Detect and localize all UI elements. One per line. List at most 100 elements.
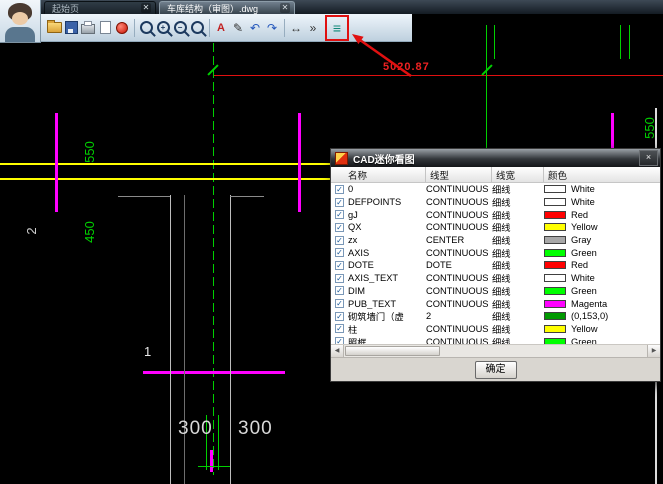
layer-linetype: CONTINUOUS xyxy=(426,337,492,344)
cad-axis-tick-green xyxy=(620,25,621,59)
layer-linetype: CONTINUOUS xyxy=(426,184,492,194)
layer-name: AXIS xyxy=(348,248,426,258)
avatar-body xyxy=(5,27,35,42)
horizontal-scrollbar[interactable]: ◀ ▶ xyxy=(331,344,660,357)
table-row[interactable]: ✓ 0 CONTINUOUS 细线 White xyxy=(331,183,660,196)
page-setup-icon[interactable] xyxy=(97,17,113,39)
column-header-name[interactable]: 名称 xyxy=(331,167,426,182)
tab-label: 起始页 xyxy=(52,2,136,15)
layer-checkbox[interactable]: ✓ xyxy=(335,299,344,308)
layer-name: DIM xyxy=(348,286,426,296)
layer-linetype: CONTINUOUS xyxy=(426,299,492,309)
print-icon[interactable] xyxy=(80,17,96,39)
zoom-out-icon[interactable]: − xyxy=(172,17,188,39)
layer-checkbox[interactable]: ✓ xyxy=(335,312,344,321)
tab-close-icon[interactable]: ✕ xyxy=(141,3,151,13)
color-label: Red xyxy=(571,260,588,270)
table-row[interactable]: ✓ AXIS_TEXT CONTINUOUS 细线 White xyxy=(331,272,660,285)
dialog-titlebar[interactable]: CAD迷你看图 × xyxy=(331,149,660,167)
close-icon[interactable]: × xyxy=(639,150,658,166)
scrollbar-thumb[interactable] xyxy=(345,346,440,356)
zoom-window-icon[interactable] xyxy=(138,17,154,39)
color-swatch xyxy=(544,223,566,231)
color-label: Green xyxy=(571,248,597,258)
scroll-left-icon[interactable]: ◀ xyxy=(331,345,344,357)
table-row[interactable]: ✓ 照框 CONTINUOUS 细线 Green xyxy=(331,335,660,344)
layer-name: 照框 xyxy=(348,335,426,344)
table-row[interactable]: ✓ PUB_TEXT CONTINUOUS 细线 Magenta xyxy=(331,297,660,310)
layer-checkbox[interactable]: ✓ xyxy=(335,223,344,232)
layer-linetype: DOTE xyxy=(426,260,492,270)
chevrons-glyph: » xyxy=(310,21,317,35)
text-a-glyph: A xyxy=(217,22,225,34)
measure-icon[interactable]: ↔ xyxy=(288,17,304,39)
layer-name: AXIS_TEXT xyxy=(348,273,426,283)
layer-table-body: ✓ 0 CONTINUOUS 细线 White ✓ DEFPOINTS CONT… xyxy=(331,183,660,344)
table-row[interactable]: ✓ DOTE DOTE 细线 Red xyxy=(331,259,660,272)
color-label: Magenta xyxy=(571,299,607,309)
more-tools-icon[interactable]: » xyxy=(305,17,321,39)
layer-color-cell: Red xyxy=(544,210,660,220)
table-row[interactable]: ✓ gJ CONTINUOUS 细线 Red xyxy=(331,208,660,221)
undo-icon[interactable]: ↶ xyxy=(247,17,263,39)
save-icon[interactable] xyxy=(63,17,79,39)
column-header-color[interactable]: 颜色 xyxy=(544,167,660,182)
table-row[interactable]: ✓ 柱 CONTINUOUS 细线 Yellow xyxy=(331,323,660,336)
tab-bar: 起始页 ✕ 车库结构（审图）.dwg ✕ xyxy=(40,0,663,14)
floppy-glyph xyxy=(65,21,78,34)
ok-button[interactable]: 确定 xyxy=(475,361,517,379)
cad-axis-line-green xyxy=(486,25,487,148)
layer-checkbox[interactable]: ✓ xyxy=(335,337,344,344)
scroll-right-icon[interactable]: ▶ xyxy=(647,345,660,357)
column-header-lineweight[interactable]: 线宽 xyxy=(492,167,544,182)
column-header-linetype[interactable]: 线型 xyxy=(426,167,492,182)
layer-name: gJ xyxy=(348,210,426,220)
layer-checkbox[interactable]: ✓ xyxy=(335,274,344,283)
table-header-row: 名称 线型 线宽 颜色 xyxy=(331,167,660,183)
zoom-in-icon[interactable]: + xyxy=(155,17,171,39)
layer-checkbox[interactable]: ✓ xyxy=(335,198,344,207)
color-label: Gray xyxy=(571,235,591,245)
toolbar-separator xyxy=(284,19,285,37)
table-row[interactable]: ✓ zx CENTER 细线 Gray xyxy=(331,234,660,247)
dialog-footer: 确定 xyxy=(331,357,660,381)
cad-wall-line-gray xyxy=(184,195,185,484)
layer-checkbox[interactable]: ✓ xyxy=(335,210,344,219)
layer-manager-dialog: CAD迷你看图 × 名称 线型 线宽 颜色 ✓ 0 CONTINUOUS 细线 … xyxy=(330,148,661,382)
stamp-icon[interactable] xyxy=(114,17,130,39)
dialog-title: CAD迷你看图 xyxy=(353,151,634,166)
layer-checkbox[interactable]: ✓ xyxy=(335,185,344,194)
table-row[interactable]: ✓ QX CONTINUOUS 细线 Yellow xyxy=(331,221,660,234)
layer-checkbox[interactable]: ✓ xyxy=(335,286,344,295)
table-row[interactable]: ✓ AXIS CONTINUOUS 细线 Green xyxy=(331,246,660,259)
text-icon[interactable]: A xyxy=(213,17,229,39)
color-swatch xyxy=(544,249,566,257)
color-swatch xyxy=(544,312,566,320)
page-glyph xyxy=(100,21,111,34)
layer-name: PUB_TEXT xyxy=(348,299,426,309)
tab-close-icon[interactable]: ✕ xyxy=(280,3,290,13)
table-row[interactable]: ✓ DIM CONTINUOUS 细线 Green xyxy=(331,285,660,298)
color-swatch xyxy=(544,261,566,269)
layer-checkbox[interactable]: ✓ xyxy=(335,324,344,333)
table-row[interactable]: ✓ 砌筑墙门（虚 2 细线 (0,153,0) xyxy=(331,310,660,323)
layer-checkbox[interactable]: ✓ xyxy=(335,261,344,270)
dimension-text-550-left: 550 xyxy=(82,132,96,172)
zoom-extents-icon[interactable] xyxy=(189,17,205,39)
color-swatch xyxy=(544,325,566,333)
user-avatar[interactable] xyxy=(0,0,41,43)
layer-color-cell: (0,153,0) xyxy=(544,311,660,321)
tab-drawing-file[interactable]: 车库结构（审图）.dwg ✕ xyxy=(159,1,295,14)
color-label: Red xyxy=(571,210,588,220)
layer-checkbox[interactable]: ✓ xyxy=(335,248,344,257)
magnifier-minus-glyph: − xyxy=(174,21,187,34)
pencil-icon[interactable]: ✎ xyxy=(230,17,246,39)
tab-start-page[interactable]: 起始页 ✕ xyxy=(44,1,156,14)
layer-checkbox[interactable]: ✓ xyxy=(335,236,344,245)
open-folder-icon[interactable] xyxy=(46,17,62,39)
redo-icon[interactable]: ↷ xyxy=(264,17,280,39)
magnifier-plus-glyph: + xyxy=(157,21,170,34)
dimension-text-550-right: 550 xyxy=(642,108,656,148)
table-row[interactable]: ✓ DEFPOINTS CONTINUOUS 细线 White xyxy=(331,196,660,209)
color-label: Yellow xyxy=(571,324,598,334)
